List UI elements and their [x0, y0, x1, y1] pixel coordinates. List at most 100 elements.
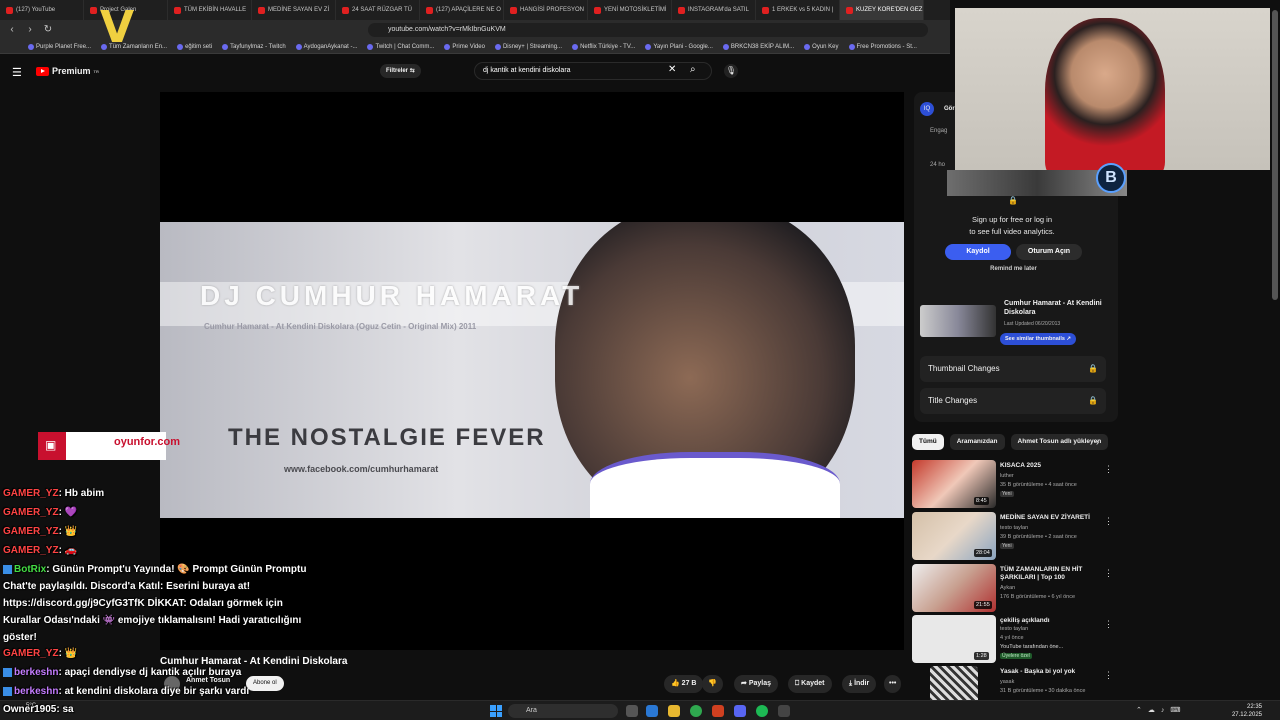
more-vert-icon[interactable]: ⋮ — [1104, 516, 1113, 527]
video-title: Yasak - Başka bi yol yok — [1000, 668, 1076, 675]
browser-tab[interactable]: INSTAGRAM'da SATIL — [672, 0, 756, 20]
bookmark-item[interactable]: Netflix Türkiye - TV... — [572, 43, 635, 50]
brave-icon[interactable] — [712, 705, 724, 717]
bookmark-item[interactable]: AydoganAykanat -... — [295, 43, 357, 50]
recommendation-item[interactable]: 1:28 çekiliş açıklandı testo taylan 4 yı… — [912, 615, 1118, 665]
bookmark-item[interactable]: Oyun Key — [804, 43, 839, 50]
favicon-icon — [258, 6, 265, 14]
recommendation-item[interactable]: 8:45 KISACA 2025 luther 35 B görüntüleme… — [912, 460, 1118, 510]
bookmark-favicon-icon — [645, 43, 652, 50]
clock[interactable]: 22:35 27.12.2025 — [1228, 703, 1262, 719]
chat-message: Owner1905: sa — [3, 704, 74, 715]
more-vert-icon[interactable]: ⋮ — [1104, 568, 1113, 579]
reload-icon[interactable]: ↻ — [42, 24, 54, 36]
youtube-logo[interactable]: Premium TR — [36, 66, 99, 76]
bookmark-favicon-icon — [295, 43, 302, 50]
url-field[interactable]: youtube.com/watch?v=rMkIbnGuKVM — [368, 23, 928, 37]
recommendation-item[interactable]: 28:04 MEDİNE SAYAN EV ZİYARETİ testo tay… — [912, 512, 1118, 562]
microphone-icon[interactable]: 🎙 — [724, 64, 738, 78]
recommendation-item[interactable]: Yasak - Başka bi yol yok yasak 31 B görü… — [912, 666, 1118, 700]
save-button[interactable]: ⎕ Kaydet — [788, 675, 832, 693]
taskbar-search[interactable]: Ara — [508, 704, 618, 718]
chat-message: berkeshn: apaçi dendiyse dj kantik açılı… — [3, 664, 323, 681]
browser-tab[interactable]: (127) YouTube — [0, 0, 84, 20]
video-frame[interactable]: DJ CUMHUR HAMARAT Cumhur Hamarat - At Ke… — [160, 222, 904, 518]
browser-tab[interactable]: 1 ERKEK vs 5 KADIN | — [756, 0, 840, 20]
similar-title: Cumhur Hamarat - At Kendini Diskolara — [1004, 300, 1102, 316]
forward-arrow-icon[interactable]: › — [24, 24, 36, 36]
file-explorer-icon[interactable] — [668, 705, 680, 717]
chrome-icon[interactable] — [690, 705, 702, 717]
share-button[interactable]: ➦ Paylaş — [734, 675, 779, 693]
clear-search-icon[interactable]: ✕ — [668, 64, 676, 75]
video-meta: 4 yıl önce — [1000, 635, 1024, 641]
bookmark-item[interactable]: Tayfunylmaz - Twitch — [222, 43, 286, 50]
download-icon: ⤓ — [849, 680, 853, 687]
bookmark-favicon-icon — [494, 43, 501, 50]
more-vert-icon[interactable]: ⋮ — [1104, 619, 1113, 630]
more-actions-button[interactable]: ••• — [884, 675, 902, 693]
browser-tab[interactable]: TÜM EKİBİN HAVALLE — [168, 0, 252, 20]
thumbnail-changes-row[interactable]: Thumbnail Changes 🔒 — [920, 356, 1106, 382]
extension-logo-icon: IQ — [920, 102, 934, 116]
browser-tab[interactable]: MEDİNE SAYAN EV Zİ — [252, 0, 336, 20]
streamer-figure — [1045, 18, 1165, 170]
chat-message: GAMER_YZ: Hb abim — [3, 488, 105, 499]
browser-tab-active[interactable]: KUZEY KORE'DEN GEZ — [840, 0, 924, 20]
search-icon[interactable]: ⌕ — [690, 64, 696, 75]
twitch-icon: ▣ — [45, 438, 57, 452]
like-button[interactable]: 👍 27 B — [664, 675, 704, 693]
members-only-badge: Üyelere özel — [1000, 653, 1032, 659]
register-button[interactable]: Kaydol — [945, 244, 1011, 260]
back-arrow-icon[interactable]: ‹ — [6, 24, 18, 36]
bookmark-item[interactable]: Yayın Plani - Google... — [645, 43, 713, 50]
more-vert-icon[interactable]: ⋮ — [1104, 464, 1113, 475]
discord-icon[interactable] — [734, 705, 746, 717]
bookmark-item[interactable]: Disney+ | Streaming... — [494, 43, 562, 50]
bookmark-item[interactable]: eğitim seti — [177, 43, 212, 50]
bookmark-favicon-icon — [848, 43, 855, 50]
spotify-icon[interactable] — [756, 705, 768, 717]
recommendation-item[interactable]: 21:55 TÜM ZAMANLARIN EN HİT ŞARKILARI | … — [912, 564, 1118, 614]
browser-tab[interactable]: (127) APAÇİLERE NE O — [420, 0, 504, 20]
lock-icon: 🔒 — [1088, 396, 1098, 405]
hours-label: 24 ho — [930, 162, 946, 168]
more-vert-icon[interactable]: ⋮ — [1104, 670, 1113, 681]
edge-icon[interactable] — [646, 705, 658, 717]
system-tray[interactable]: ⌃☁♪⌨ — [1136, 706, 1186, 714]
chip-from-search[interactable]: Aramanızdan — [949, 434, 1005, 450]
download-button[interactable]: ⤓ İndir — [842, 675, 877, 693]
bookmark-item[interactable]: Purple Planet Free... — [28, 43, 91, 50]
facebook-url-text: www.facebook.com/cumhurhamarat — [284, 464, 439, 474]
remind-later-link[interactable]: Remind me later — [945, 266, 1082, 272]
bookmark-item[interactable]: Twitch | Chat Comm... — [367, 43, 434, 50]
chat-message: GAMER_YZ: 👑 — [3, 648, 78, 659]
channel-name: luther — [1000, 473, 1014, 479]
bookmark-favicon-icon — [444, 43, 451, 50]
see-similar-button[interactable]: See similar thumbnails ↗ — [1000, 333, 1077, 345]
new-badge: Yeni — [1000, 543, 1014, 549]
chip-all[interactable]: Tümü — [912, 434, 944, 450]
bookmark-item[interactable]: Free Promotions - St... — [848, 43, 917, 50]
new-badge: Yeni — [1000, 491, 1014, 497]
chip-uploader[interactable]: Ahmet Tosun adlı yükleyen — [1010, 434, 1109, 450]
page-scrollbar[interactable] — [1272, 10, 1278, 300]
browser-tab[interactable]: HANGİSİ PROFESYON — [504, 0, 588, 20]
login-button[interactable]: Oturum Açın — [1016, 244, 1082, 260]
filters-button[interactable]: Filtreler ⇆ — [380, 64, 421, 78]
bookmark-item[interactable]: Prime Video — [444, 43, 485, 50]
dislike-button[interactable]: 👎 — [702, 675, 723, 693]
chevron-right-icon[interactable]: › — [1096, 437, 1099, 447]
share-arrow-icon: ➦ — [741, 680, 747, 687]
start-menu-icon[interactable] — [490, 705, 502, 717]
title-changes-row[interactable]: Title Changes 🔒 — [920, 388, 1106, 414]
browser-tab[interactable]: YENİ MOTOSİKLETİMİ — [588, 0, 672, 20]
hamburger-menu-icon[interactable]: ☰ — [12, 66, 22, 79]
browser-tab[interactable]: 24 SAAT RÜZGAR TÜ — [336, 0, 420, 20]
bookmark-item[interactable]: BRKCN38 EKİP ALIM... — [722, 43, 794, 50]
artist-shirt — [590, 452, 840, 518]
chat-message: BotRix: Günün Prompt'u Yayında! 🎨 Prompt… — [3, 564, 307, 643]
task-view-icon[interactable] — [626, 705, 638, 717]
settings-gear-icon[interactable] — [778, 705, 790, 717]
video-duration: 1:28 — [974, 652, 989, 660]
